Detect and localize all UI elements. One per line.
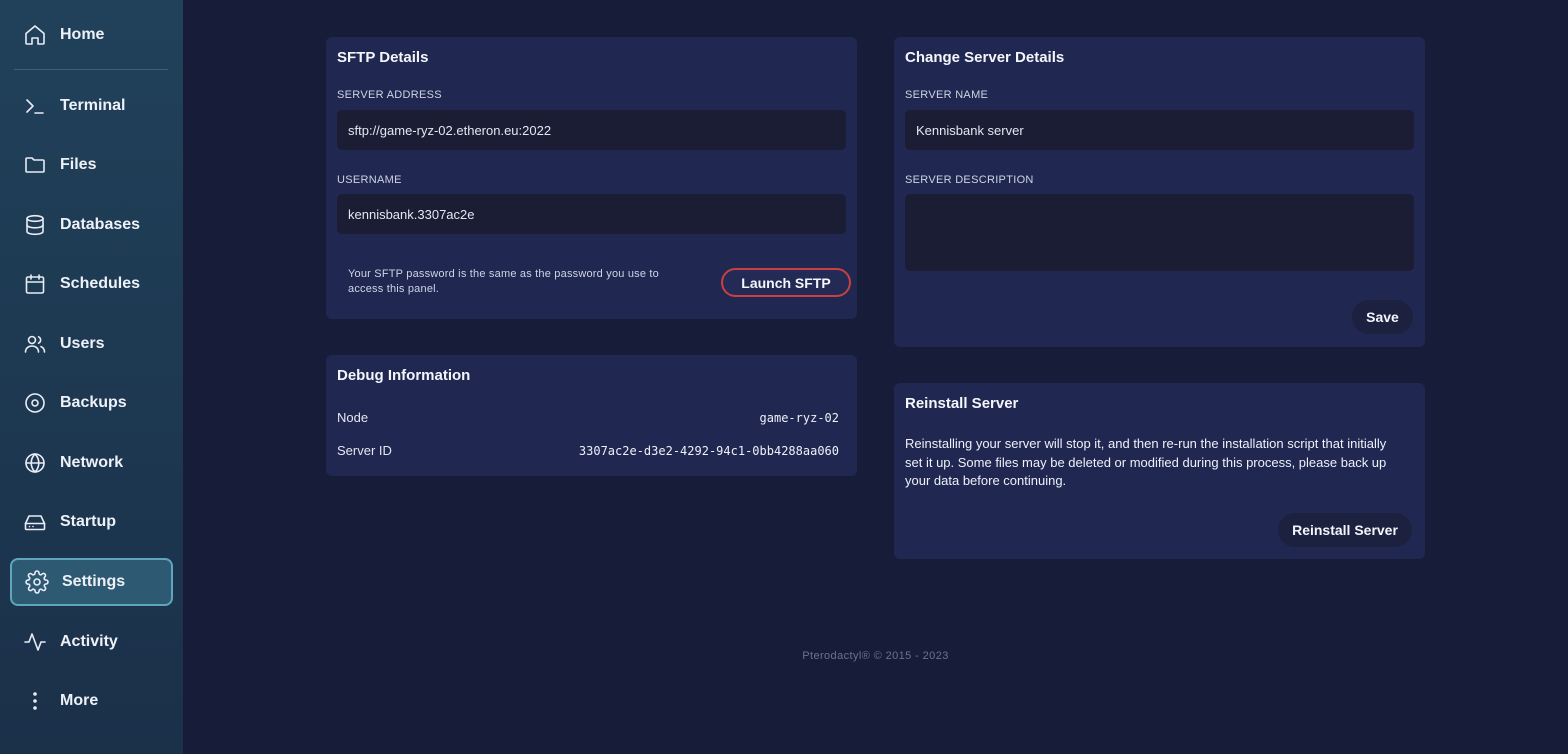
debug-value: game-ryz-02 <box>759 410 839 425</box>
sidebar-item-more[interactable]: More <box>10 677 173 725</box>
sidebar-item-network[interactable]: Network <box>10 439 173 487</box>
reinstall-server-button[interactable]: Reinstall Server <box>1278 513 1412 547</box>
sidebar-item-label: Backups <box>60 394 127 411</box>
debug-row-node: Node game-ryz-02 <box>337 410 839 425</box>
debug-information-title: Debug Information <box>337 367 471 384</box>
sidebar-item-backups[interactable]: Backups <box>10 379 173 427</box>
server-description-label: SERVER DESCRIPTION <box>905 174 1034 186</box>
sidebar-item-label: Activity <box>60 633 118 650</box>
sidebar-item-label: Terminal <box>60 97 126 114</box>
save-button[interactable]: Save <box>1352 300 1413 334</box>
sidebar-item-label: Databases <box>60 216 141 233</box>
users-icon <box>23 332 47 356</box>
sidebar-item-label: Users <box>60 335 105 352</box>
sidebar-item-settings[interactable]: Settings <box>10 558 173 606</box>
launch-sftp-button[interactable]: Launch SFTP <box>721 268 851 297</box>
backup-disc-icon <box>23 391 47 415</box>
sftp-password-hint: Your SFTP password is the same as the pa… <box>348 268 659 295</box>
globe-icon <box>23 451 47 475</box>
sftp-details-card: SFTP Details SERVER ADDRESS sftp://game-… <box>326 37 857 319</box>
hard-drive-icon <box>23 510 47 534</box>
sidebar-item-users[interactable]: Users <box>10 320 173 368</box>
folder-icon <box>23 153 47 177</box>
sidebar-item-schedules[interactable]: Schedules <box>10 260 173 308</box>
sidebar: Home Terminal Files Databases Schedules … <box>0 0 183 754</box>
debug-key: Server ID <box>337 443 392 458</box>
server-address-label: SERVER ADDRESS <box>337 89 442 101</box>
database-icon <box>23 213 47 237</box>
change-server-details-card: Change Server Details SERVER NAME Kennis… <box>894 37 1425 347</box>
server-name-label: SERVER NAME <box>905 89 989 101</box>
more-vertical-icon <box>23 689 47 713</box>
sidebar-item-startup[interactable]: Startup <box>10 498 173 546</box>
sidebar-item-databases[interactable]: Databases <box>10 201 173 249</box>
server-address-field[interactable]: sftp://game-ryz-02.etheron.eu:2022 <box>337 110 846 150</box>
server-description-textarea[interactable] <box>905 194 1414 271</box>
sidebar-item-home[interactable]: Home <box>10 11 173 59</box>
sidebar-item-label: Files <box>60 156 97 173</box>
debug-value: 3307ac2e-d3e2-4292-94c1-0bb4288aa060 <box>578 443 839 458</box>
sftp-details-title: SFTP Details <box>337 49 429 66</box>
terminal-icon <box>23 94 47 118</box>
debug-information-card: Debug Information Node game-ryz-02 Serve… <box>326 355 857 476</box>
sidebar-item-label: Network <box>60 454 124 471</box>
home-icon <box>23 23 47 47</box>
username-label: USERNAME <box>337 174 402 186</box>
sidebar-item-terminal[interactable]: Terminal <box>10 82 173 130</box>
reinstall-server-card: Reinstall Server Reinstalling your serve… <box>894 383 1425 559</box>
sidebar-item-label: Home <box>60 26 105 43</box>
username-field[interactable]: kennisbank.3307ac2e <box>337 194 846 234</box>
change-server-details-title: Change Server Details <box>905 49 1065 66</box>
sidebar-item-files[interactable]: Files <box>10 141 173 189</box>
sidebar-item-label: Startup <box>60 513 116 530</box>
sidebar-item-label: More <box>60 692 99 709</box>
reinstall-warning-text: Reinstalling your server will stop it, a… <box>905 436 1387 488</box>
debug-key: Node <box>337 410 369 425</box>
reinstall-server-title: Reinstall Server <box>905 395 1019 412</box>
footer-copyright: Pterodactyl® © 2015 - 2023 <box>802 650 949 662</box>
sidebar-divider <box>14 69 168 70</box>
debug-row-server-id: Server ID 3307ac2e-d3e2-4292-94c1-0bb428… <box>337 443 839 458</box>
gear-icon <box>25 570 49 594</box>
sidebar-item-label: Schedules <box>60 275 141 292</box>
server-name-input[interactable]: Kennisbank server <box>905 110 1414 150</box>
calendar-icon <box>23 272 47 296</box>
sidebar-item-label: Settings <box>62 573 126 590</box>
